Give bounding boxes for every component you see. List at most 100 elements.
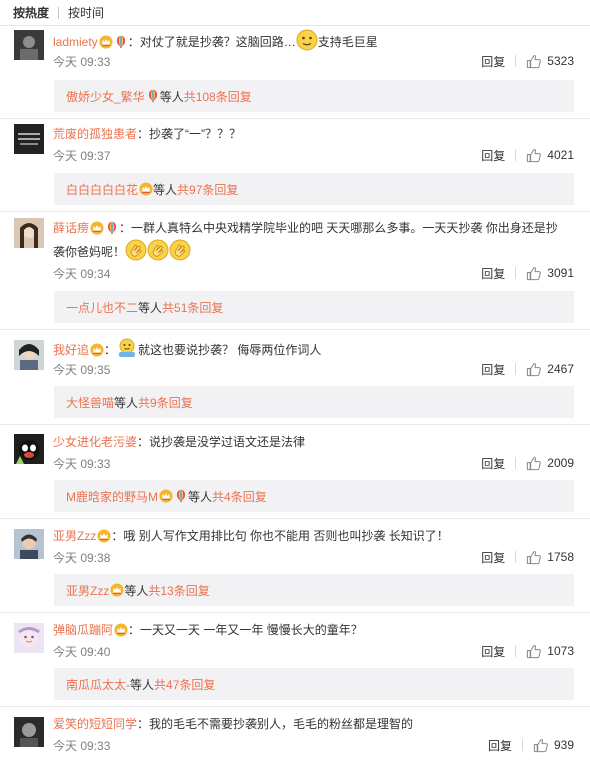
reply-button[interactable]: 回复	[481, 147, 505, 164]
sort-by-hot-tab[interactable]: 按热度	[13, 4, 49, 21]
reply-count-link[interactable]: 共4条回复	[212, 488, 267, 505]
comment-meta: 今天 09:37 回复 4021	[53, 147, 574, 163]
reply-count-link[interactable]: 共97条回复	[177, 181, 238, 198]
user-avatar[interactable]	[14, 218, 44, 248]
comment-meta: 今天 09:34 回复 3091	[53, 265, 574, 281]
like-count: 5323	[547, 54, 574, 68]
like-button[interactable]: 4021	[526, 148, 574, 163]
like-button[interactable]: 1758	[526, 550, 574, 565]
reply-count-link[interactable]: 共13条回复	[148, 582, 209, 599]
comment-separator: ：	[127, 35, 140, 49]
reply-summary[interactable]: 一点儿也不二 等人 共51条回复	[54, 291, 574, 323]
user-avatar[interactable]	[14, 30, 44, 60]
reply-summary[interactable]: 白白白白白花 等人 共97条回复	[54, 173, 574, 205]
comment-divider	[0, 706, 590, 707]
like-count: 2467	[547, 362, 574, 376]
comment-meta: 今天 09:33 回复 939	[53, 737, 574, 753]
comment-text: 我的毛毛不需要抄袭别人，毛毛的粉丝都是理智的	[149, 717, 414, 731]
reply-summary[interactable]: 亚男Zzz 等人 共13条回复	[54, 574, 574, 606]
user-avatar[interactable]	[14, 717, 44, 747]
crown-badge-icon	[159, 489, 173, 503]
comment-divider	[0, 518, 590, 519]
comment-divider	[0, 329, 590, 330]
like-count: 2009	[547, 456, 574, 470]
reply-button[interactable]: 回复	[481, 53, 505, 70]
comment-username[interactable]: 少女进化老污婆	[53, 435, 137, 449]
thumbs-up-icon	[533, 738, 548, 753]
user-avatar[interactable]	[14, 124, 44, 154]
rainbow-balloon-icon	[114, 35, 128, 49]
comment-time: 今天 09:40	[53, 644, 111, 659]
user-avatar[interactable]	[14, 623, 44, 653]
reply-username[interactable]: 南瓜瓜太太-	[66, 676, 130, 693]
comment-text: 对仗了就是抄袭？这脑回路…	[139, 35, 296, 49]
crown-badge-icon	[99, 35, 113, 49]
comment-username[interactable]: 荒废的孤独患者	[53, 127, 137, 141]
reply-button[interactable]: 回复	[481, 265, 505, 282]
comment-divider	[0, 211, 590, 212]
comment-meta: 今天 09:40 回复 1073	[53, 643, 574, 659]
comment-time: 今天 09:33	[53, 54, 111, 69]
like-button[interactable]: 3091	[526, 266, 574, 281]
crown-badge-icon	[97, 529, 111, 543]
comment-username[interactable]: 弹脑瓜蹦阿	[53, 623, 113, 637]
thumbs-up-icon	[526, 456, 541, 471]
reply-username[interactable]: 白白白白白花	[66, 181, 138, 198]
rainbow-balloon-icon	[105, 221, 119, 235]
reply-button[interactable]: 回复	[481, 643, 505, 660]
like-count: 939	[553, 738, 574, 752]
reply-button[interactable]: 回复	[481, 549, 505, 566]
comment-meta: 今天 09:33 回复 2009	[53, 455, 574, 471]
reply-username[interactable]: 傲娇少女_繁华	[66, 88, 145, 105]
reply-username[interactable]: 亚男Zzz	[66, 582, 109, 599]
crown-badge-icon	[110, 583, 124, 597]
like-button[interactable]: 2467	[526, 362, 574, 377]
like-button[interactable]: 1073	[526, 644, 574, 659]
thumbs-up-icon	[526, 148, 541, 163]
comment-divider	[0, 612, 590, 613]
reply-count-link[interactable]: 共9条回复	[138, 394, 193, 411]
comment-meta: 今天 09:35 回复 2467	[53, 361, 574, 377]
reply-button[interactable]: 回复	[481, 455, 505, 472]
comment-username[interactable]: 爱笑的短短同学	[53, 717, 137, 731]
reply-button[interactable]: 回复	[481, 361, 505, 378]
reply-summary[interactable]: 傲娇少女_繁华 等人 共108条回复	[54, 80, 574, 112]
reply-count-link[interactable]: 共51条回复	[162, 299, 223, 316]
comment-text: 哦 别人写作文用排比句 你也不能用 否则也叫抄袭 长知识了！	[123, 529, 449, 543]
reply-username[interactable]: M鹿晗家的野马M	[66, 488, 158, 505]
user-avatar[interactable]	[14, 529, 44, 559]
reply-username[interactable]: 一点儿也不二	[66, 299, 138, 316]
like-button[interactable]: 5323	[526, 54, 574, 69]
comment-time: 今天 09:33	[53, 456, 111, 471]
reply-button[interactable]: 回复	[488, 737, 512, 754]
reply-count-link[interactable]: 共47条回复	[154, 676, 215, 693]
comment-text: 一群人真特么中央戏精学院毕业的吧 天天哪那么多事。一天天抄袭 你出身还是抄	[131, 221, 558, 235]
comment-meta: 今天 09:33 回复 5323	[53, 53, 574, 69]
reply-summary[interactable]: 大怪兽喵 等人 共9条回复	[54, 386, 574, 418]
comment-time: 今天 09:37	[53, 148, 111, 163]
like-count: 1758	[547, 550, 574, 564]
thumbs-up-icon	[526, 266, 541, 281]
comment-text-continued: 袭你爸妈呢！	[53, 245, 126, 259]
sort-by-time-tab[interactable]: 按时间	[68, 4, 104, 21]
like-button[interactable]: 939	[533, 738, 574, 753]
comment-username[interactable]: 我好追	[53, 343, 89, 357]
user-avatar[interactable]	[14, 340, 44, 370]
reply-summary[interactable]: 南瓜瓜太太- 等人 共47条回复	[54, 668, 574, 700]
comment-text-continued: 支持毛巨星	[317, 35, 378, 49]
user-avatar[interactable]	[14, 434, 44, 464]
shrugging-emoji	[116, 337, 138, 359]
thumbs-up-icon	[526, 362, 541, 377]
comment-text: 就这也要说抄袭？ 侮辱两位作词人	[138, 343, 322, 357]
sort-bar: 按热度 按时间	[0, 0, 590, 26]
thumbs-up-icon	[526, 644, 541, 659]
clapping-emoji	[125, 239, 147, 261]
reply-summary[interactable]: M鹿晗家的野马M 等人 共4条回复	[54, 480, 574, 512]
reply-username[interactable]: 大怪兽喵	[66, 394, 114, 411]
reply-count-link[interactable]: 共108条回复	[184, 88, 252, 105]
comment-username[interactable]: 薛话痨	[53, 221, 89, 235]
comment-username[interactable]: ladmiety	[53, 35, 98, 49]
comment-time: 今天 09:35	[53, 362, 111, 377]
comment-username[interactable]: 亚男Zzz	[53, 529, 96, 543]
like-button[interactable]: 2009	[526, 456, 574, 471]
